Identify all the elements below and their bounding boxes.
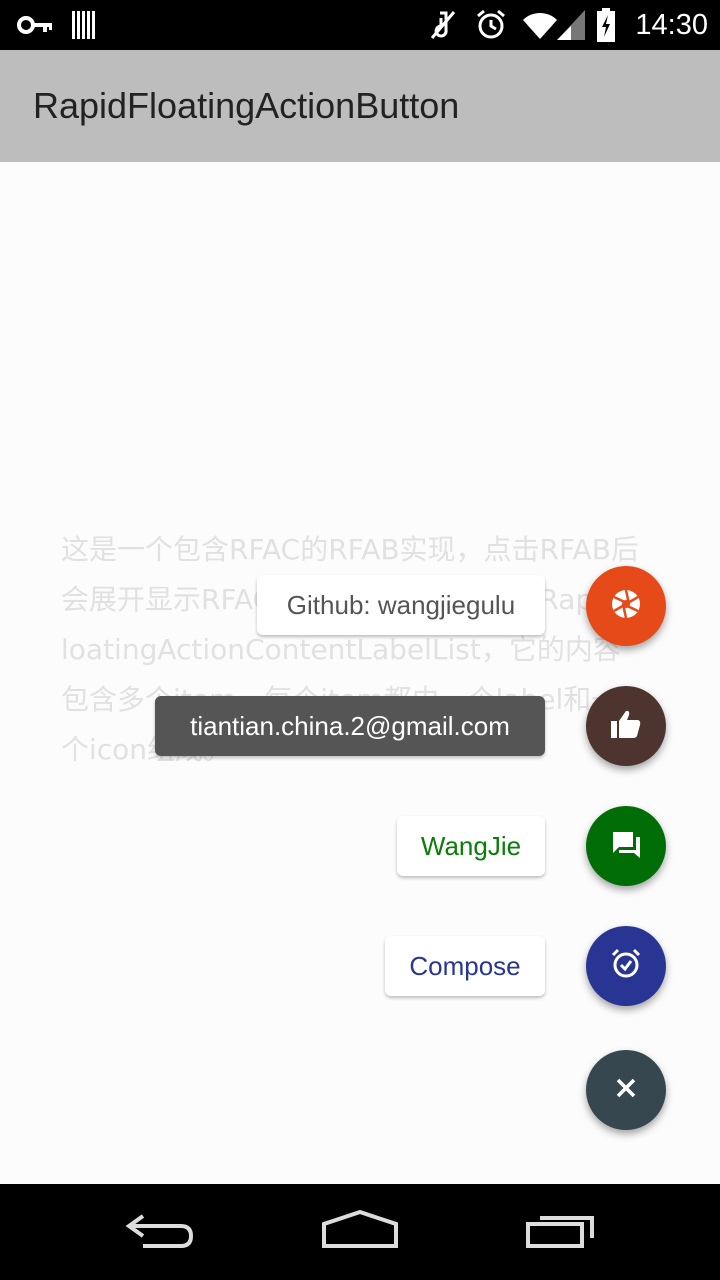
fab-menu-overlay[interactable] (0, 162, 720, 1184)
thumb-up-icon (609, 707, 643, 745)
recents-button[interactable] (510, 1184, 610, 1280)
app-title: RapidFloatingActionButton (33, 85, 460, 126)
main-fab-close-button[interactable] (586, 1050, 666, 1130)
status-time: 14:30 (635, 9, 708, 41)
battery-icon (594, 0, 618, 50)
fab-label-github[interactable]: Github: wangjiegulu (257, 575, 545, 635)
navigation-bar (0, 1184, 720, 1280)
recents-icon (524, 1210, 596, 1254)
forum-icon (609, 827, 643, 865)
home-icon (322, 1209, 398, 1254)
close-icon (614, 1076, 638, 1104)
fab-item-email[interactable] (586, 686, 666, 766)
fab-label-email[interactable]: tiantian.china.2@gmail.com (155, 696, 545, 756)
barcode-icon (70, 0, 100, 50)
signal-icon (556, 0, 586, 50)
app-bar: RapidFloatingActionButton (0, 50, 720, 162)
fab-item-wangjie[interactable] (586, 806, 666, 886)
aperture-icon (609, 587, 643, 625)
wifi-icon (520, 0, 560, 50)
fab-item-github[interactable] (586, 566, 666, 646)
back-icon (125, 1210, 195, 1254)
fab-label-wangjie[interactable]: WangJie (397, 816, 545, 876)
mute-icon (428, 0, 458, 50)
home-button[interactable] (310, 1184, 410, 1280)
fab-item-compose[interactable] (586, 926, 666, 1006)
key-icon (16, 0, 56, 50)
fab-label-compose[interactable]: Compose (385, 936, 545, 996)
alarm-on-icon (609, 947, 643, 985)
status-bar: 14:30 (0, 0, 720, 50)
back-button[interactable] (110, 1184, 210, 1280)
alarm-icon (474, 0, 508, 50)
